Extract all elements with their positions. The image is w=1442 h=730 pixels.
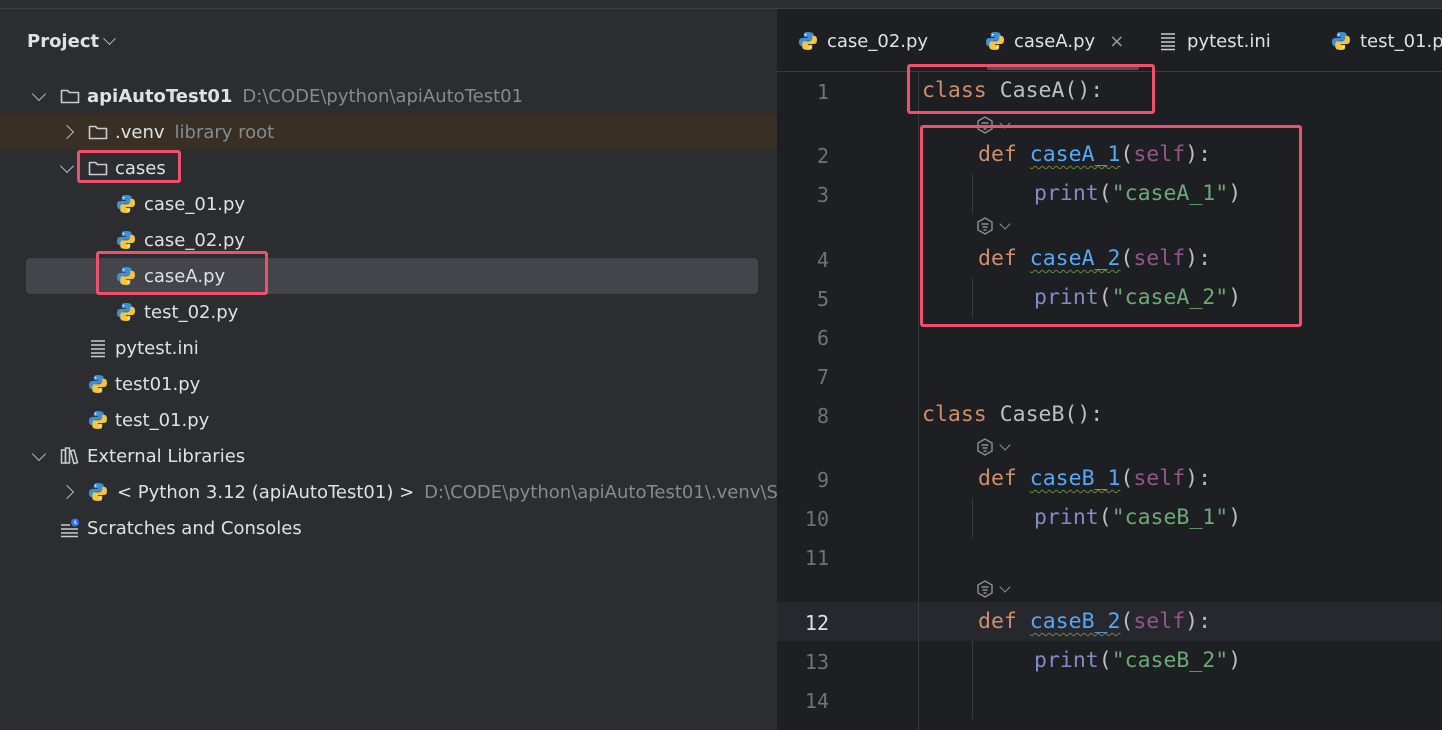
highlight-box-methods-caseA	[920, 125, 1302, 327]
ini-file-icon	[87, 337, 109, 359]
python-file-icon	[1330, 30, 1352, 52]
python-file-icon	[797, 30, 819, 52]
tree-item-label: .venv library root	[115, 121, 275, 143]
line-number: 8	[816, 404, 829, 428]
scratches-icon	[59, 517, 81, 539]
project-panel-title: Project	[27, 30, 100, 52]
tree-item-test-01[interactable]: test_01.py	[0, 402, 777, 438]
ini-file-icon	[1157, 30, 1179, 52]
expand-arrow-icon[interactable]	[59, 158, 75, 176]
expand-arrow-icon[interactable]	[59, 124, 75, 140]
line-number: 10	[804, 507, 829, 531]
line-number-current: 12	[804, 611, 829, 635]
tree-item-pytest-ini[interactable]: pytest.ini	[0, 330, 777, 366]
tree-item-label: < Python 3.12 (apiAutoTest01) > D:\CODE\p…	[117, 482, 777, 503]
tree-item-test-02[interactable]: test_02.py	[0, 294, 777, 330]
tree-item-label: case_02.py	[144, 229, 246, 251]
tree-item-label: case_01.py	[144, 193, 246, 215]
tree-item-path-hint: D:\CODE\python\apiAutoTest01	[242, 85, 524, 107]
tree-item-hint: library root	[174, 121, 275, 143]
code-line-13[interactable]: print("caseB_2")	[1034, 648, 1241, 673]
python-file-icon	[115, 193, 137, 215]
tree-item-case-01[interactable]: case_01.py	[0, 186, 777, 222]
python-file-icon	[87, 373, 109, 395]
code-line-9[interactable]: def caseB_1(self):	[978, 466, 1211, 491]
code-line-12[interactable]: def caseB_2(self):	[978, 609, 1211, 634]
code-line-8[interactable]: class CaseB():	[922, 402, 1103, 427]
line-number: 14	[804, 689, 829, 713]
tab-label: caseA.py	[1014, 30, 1096, 52]
tree-item-external-libraries[interactable]: External Libraries	[0, 438, 777, 474]
run-test-icon[interactable]	[974, 578, 1011, 600]
indent-guide	[972, 641, 973, 719]
folder-icon	[59, 85, 81, 107]
line-number: 9	[816, 468, 829, 492]
project-tool-window: Project apiAutoTest01 D:\CODE\python\apiA…	[0, 9, 777, 730]
line-number: 13	[804, 650, 829, 674]
highlight-box-caseA	[96, 251, 268, 295]
tree-item-label: pytest.ini	[115, 337, 199, 359]
python-file-icon	[115, 301, 137, 323]
close-icon[interactable]: ×	[1109, 31, 1124, 52]
library-icon	[59, 445, 81, 467]
editor-area: case_02.py caseA.py × pytest.ini test_01…	[777, 9, 1442, 730]
tree-item-project-root[interactable]: apiAutoTest01 D:\CODE\python\apiAutoTest0…	[0, 78, 777, 114]
tree-item-label: External Libraries	[87, 445, 246, 467]
code-line-10[interactable]: print("caseB_1")	[1034, 505, 1241, 530]
folder-icon	[87, 121, 109, 143]
highlight-box-class-caseA	[907, 64, 1155, 114]
tab-label: case_02.py	[827, 30, 929, 52]
chevron-down-icon	[103, 31, 116, 45]
highlight-box-cases	[77, 150, 181, 183]
tree-item-label: test_01.py	[115, 409, 210, 431]
line-number: 7	[816, 365, 829, 389]
line-number: 3	[816, 183, 829, 207]
tab-test-01[interactable]: test_01.py	[1330, 23, 1442, 59]
window-top-strip	[0, 0, 1442, 9]
tab-pytest-ini[interactable]: pytest.ini	[1157, 23, 1271, 59]
tree-item-path-hint: D:\CODE\python\apiAutoTest01\.venv\Scrip	[424, 481, 777, 503]
tree-item-label: test01.py	[115, 373, 201, 395]
tree-item-venv[interactable]: .venv library root	[0, 114, 777, 150]
python-file-icon	[115, 229, 137, 251]
run-test-icon[interactable]	[974, 436, 1011, 458]
tree-item-python-sdk[interactable]: < Python 3.12 (apiAutoTest01) > D:\CODE\p…	[0, 474, 777, 510]
tree-item-test01[interactable]: test01.py	[0, 366, 777, 402]
line-number: 1	[816, 80, 829, 104]
tab-label: test_01.py	[1360, 30, 1442, 52]
line-number: 6	[816, 326, 829, 350]
expand-arrow-icon[interactable]	[31, 86, 47, 104]
tab-case-02[interactable]: case_02.py	[797, 23, 928, 59]
python-file-icon	[87, 409, 109, 431]
project-view-selector[interactable]: Project	[27, 29, 116, 53]
tab-label: pytest.ini	[1187, 30, 1271, 52]
tree-item-scratches[interactable]: Scratches and Consoles	[0, 510, 777, 546]
expand-arrow-icon[interactable]	[31, 446, 47, 464]
indent-guide	[972, 498, 973, 538]
line-number: 2	[816, 144, 829, 168]
python-file-icon	[984, 30, 1006, 52]
tab-caseA[interactable]: caseA.py ×	[984, 23, 1124, 59]
python-file-icon	[87, 481, 109, 503]
tree-item-label: Scratches and Consoles	[87, 517, 302, 539]
tree-item-label: apiAutoTest01 D:\CODE\python\apiAutoTest0…	[87, 85, 524, 107]
expand-arrow-icon[interactable]	[59, 484, 75, 500]
line-number: 4	[816, 248, 829, 272]
tree-item-label: test_02.py	[144, 301, 239, 323]
line-number: 11	[804, 546, 829, 570]
editor-tab-bar: case_02.py caseA.py × pytest.ini test_01…	[777, 9, 1442, 72]
gutter-separator	[918, 71, 919, 730]
line-number: 5	[816, 287, 829, 311]
